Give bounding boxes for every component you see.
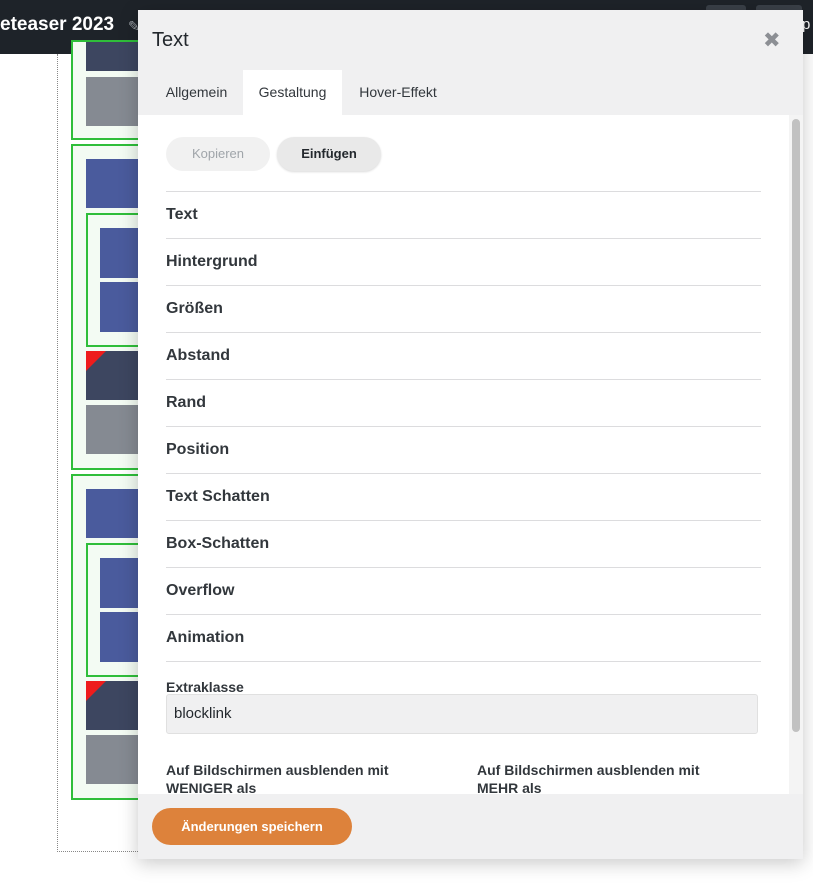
section-text[interactable]: Text [166,191,761,238]
section-groessen[interactable]: Größen [166,285,761,332]
block-element[interactable] [86,405,146,454]
section-rand[interactable]: Rand [166,379,761,426]
tab-allgemein[interactable]: Allgemein [152,70,241,115]
block-element[interactable] [86,159,146,208]
modal-title: Text [152,29,189,51]
section-text-schatten[interactable]: Text Schatten [166,473,761,520]
block-element[interactable] [86,681,146,730]
paste-button[interactable]: Einfügen [277,137,381,171]
topbar-edge-text: p [802,16,811,33]
block-element[interactable] [86,351,146,400]
block-element[interactable] [86,489,146,538]
section-abstand[interactable]: Abstand [166,332,761,379]
section-hintergrund[interactable]: Hintergrund [166,238,761,285]
scrollbar-thumb[interactable] [792,119,800,732]
modal-content: Kopieren Einfügen Text Hintergrund Größe… [138,115,803,794]
page-title: eteaser 2023 [0,14,115,35]
modal-footer: Änderungen speichern [138,794,803,859]
section-position[interactable]: Position [166,426,761,473]
save-button[interactable]: Änderungen speichern [152,808,352,845]
hide-more-label: Auf Bildschirmen ausblenden mit MEHR als [477,762,700,794]
block-element[interactable] [86,77,146,126]
copy-button[interactable]: Kopieren [166,137,270,171]
extra-class-input[interactable]: blocklink [166,694,758,734]
hide-less-label: Auf Bildschirmen ausblenden mit WENIGER … [166,762,389,794]
extra-class-label: Extraklasse [166,679,244,695]
block-element[interactable] [86,735,146,784]
tab-gestaltung[interactable]: Gestaltung [243,70,342,115]
marker-corner [86,681,106,701]
section-animation[interactable]: Animation [166,614,761,662]
block-element[interactable] [86,42,146,71]
tab-hover-effekt[interactable]: Hover-Effekt [344,70,452,115]
text-settings-modal: Text ✖ Allgemein Gestaltung Hover-Effekt… [138,10,803,859]
close-icon[interactable]: ✖ [763,28,781,53]
section-box-schatten[interactable]: Box-Schatten [166,520,761,567]
section-overflow[interactable]: Overflow [166,567,761,614]
marker-corner [86,351,106,371]
